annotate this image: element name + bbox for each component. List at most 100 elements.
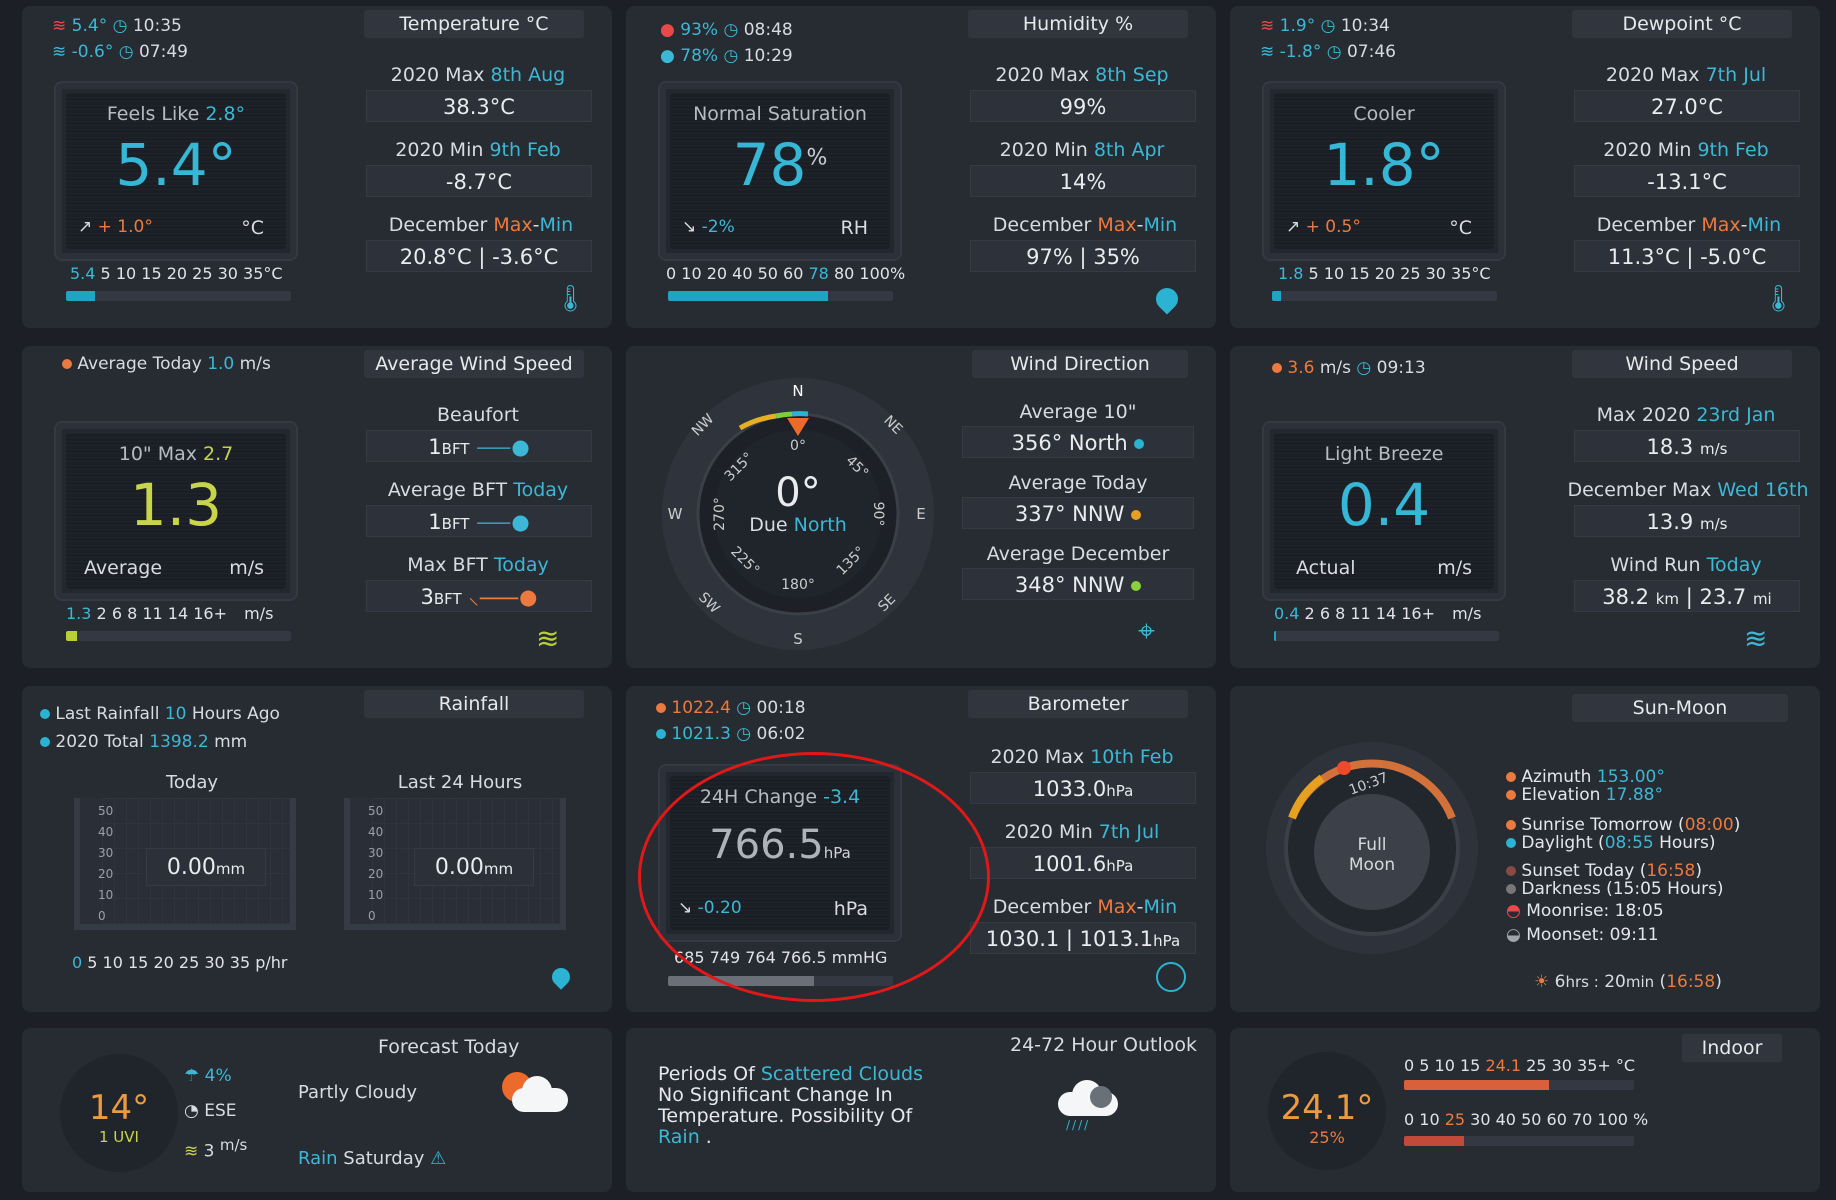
sunrise-row: Sunrise Tomorrow (08:00) (1506, 816, 1740, 834)
temp-low-time: 07:49 (138, 42, 188, 62)
ten-max-label: 10" Max (118, 443, 197, 465)
dewpoint-low-time: 07:46 (1346, 42, 1396, 62)
indoor-t-scale-b: 25 30 35+ °C (1526, 1056, 1636, 1075)
humidity-high-time: 08:48 (743, 20, 793, 40)
avg-wind-sub: Average (84, 557, 163, 579)
sun-moon-tab[interactable]: Sun-Moon (1572, 694, 1788, 722)
dewpoint-trend: + 0.5° (1305, 217, 1361, 237)
sunset-value: 16:58 (1646, 861, 1696, 881)
average-wind-tab[interactable]: Average Wind Speed (364, 350, 584, 378)
humidity-drop-icon (1151, 283, 1183, 315)
outlook-highlight-2: Rain (658, 1126, 700, 1148)
clock-icon: ◷ (1356, 358, 1372, 378)
wind-direction-tab[interactable]: Wind Direction (972, 350, 1188, 378)
due-direction: North (793, 514, 847, 536)
clock-icon: ◷ (723, 46, 739, 66)
dewpoint-month-range: 11.3°C | -5.0°C (1574, 240, 1800, 272)
outlook-line-2: No Significant Change In (658, 1084, 893, 1106)
temp-low: -0.6° (71, 42, 114, 62)
feels-like-label: Feels Like (106, 103, 200, 125)
dewpoint-unit: °C (1449, 217, 1472, 239)
dewpoint-status: Cooler (1353, 103, 1415, 125)
hpa-unit: hPa (1153, 932, 1181, 950)
max-bft-when: Today (493, 554, 549, 576)
moonset-label: Moonset: 09:11 (1526, 925, 1659, 945)
temperature-tab[interactable]: Temperature °C (364, 10, 584, 38)
dash: - (1136, 214, 1144, 236)
indoor-h-scale-a: 0 10 (1404, 1110, 1440, 1129)
weather-dashboard: Temperature °C ≋ 5.4° ◷ 10:35 ≋ -0.6° ◷ … (0, 0, 1836, 1200)
dewpoint-tab[interactable]: Dewpoint °C (1572, 10, 1792, 38)
compass-s: S (793, 630, 803, 648)
rain-l24-ticks: 50 40 30 20 10 0 (368, 804, 388, 936)
rain-total-value: 1398.2 (149, 732, 209, 752)
forecast-wind-dir: ESE (204, 1101, 237, 1121)
wind-speed-tab[interactable]: Wind Speed (1572, 350, 1792, 378)
temp-max-date: 8th Aug (490, 64, 566, 86)
baro-month-max-label: Max (1097, 896, 1137, 918)
wind-high: 3.6 (1287, 358, 1315, 378)
ten-max-value: 2.7 (203, 443, 234, 465)
trend-up-icon: ↗ (1286, 217, 1301, 237)
dewpoint-main: 1.8° (1323, 131, 1445, 199)
elevation-value: 17.88° (1605, 785, 1663, 805)
wind-direction-panel: Wind Direction N NE E SE S SW W NW 0° 45… (626, 346, 1216, 668)
wind-speed-unit: m/s (1437, 557, 1472, 579)
dewpoint-low: -1.8° (1279, 42, 1322, 62)
baro-high-time: 00:18 (756, 698, 806, 718)
trend-up-icon: ↗ (78, 217, 93, 237)
avg-today-label: Average Today (77, 354, 202, 374)
barometer-tab[interactable]: Barometer (968, 690, 1188, 718)
moon-phase-1: Full (1357, 835, 1386, 855)
indoor-tab[interactable]: Indoor (1682, 1034, 1782, 1062)
wind-high-time: 09:13 (1376, 358, 1426, 378)
humidity-tab[interactable]: Humidity % (968, 10, 1188, 38)
cold-icon: ≋ (52, 42, 67, 62)
sun-position-marker (1337, 761, 1351, 775)
rainfall-tab[interactable]: Rainfall (364, 690, 584, 718)
ws-dec-value: 13.9 (1646, 510, 1694, 534)
azimuth-value: 153.00° (1596, 767, 1665, 787)
humidity-trend: -2% (701, 217, 735, 237)
ws-dec-label: December Max (1567, 479, 1712, 501)
avg-dec-dir-label: Average December (986, 543, 1170, 565)
rain-tick-label: 10 (98, 888, 114, 902)
humidity-unit: RH (840, 217, 869, 239)
dewpoint-min-value: -13.1°C (1574, 165, 1800, 197)
forecast-tab[interactable]: Forecast Today (378, 1036, 519, 1058)
rain-today-ticks: 50 40 30 20 10 0 (98, 804, 118, 936)
ws-max-label: Max 2020 (1596, 404, 1691, 426)
humidity-min-label: 2020 Min (999, 139, 1088, 161)
daylight-row: Daylight (08:55 Hours) (1506, 834, 1740, 852)
rain-tick-label: 0 (368, 909, 376, 923)
indoor-hum-bar (1404, 1136, 1634, 1146)
avg10-label: Average 10" (1019, 401, 1137, 423)
forecast-rain-day: Saturday (343, 1148, 425, 1169)
avg-today-unit: m/s (239, 354, 271, 374)
wind-speed-main: 0.4 (1337, 471, 1431, 539)
avg-wind-unit: m/s (229, 557, 264, 579)
rain-total-unit: mm (214, 732, 248, 752)
trend-down-icon: ↘ (682, 217, 697, 237)
dewpoint-min-label: 2020 Min (1603, 139, 1692, 161)
baro-high: 1022.4 (671, 698, 731, 718)
bft-unit: BFT (441, 515, 470, 533)
status-dot (62, 359, 72, 369)
avg-today-dot (1131, 510, 1142, 520)
indoor-panel: Indoor 24.1° 25% 0 5 10 15 24.1 25 30 35… (1230, 1028, 1820, 1192)
ws-dec-date: Wed 16th (1717, 479, 1809, 501)
rain-l24-value: 0.00 (434, 855, 484, 880)
humidity-max-label: 2020 Max (995, 64, 1090, 86)
indoor-h-scale-current: 25 (1444, 1110, 1466, 1129)
outlook-tab[interactable]: 24-72 Hour Outlook (1010, 1034, 1197, 1056)
hpa-unit: hPa (1106, 782, 1134, 800)
indoor-t-scale-a: 0 5 10 15 (1404, 1056, 1481, 1075)
avg-dec-dot (1131, 581, 1142, 591)
rain-l24-label: Last 24 Hours (397, 772, 523, 793)
ws-max-date: 23rd Jan (1696, 404, 1776, 426)
period: . (699, 1126, 712, 1148)
temperature-display: Feels Like 2.8° 5.4° ↗ + 1.0° °C (54, 81, 298, 261)
dewpoint-max-label: 2020 Max (1605, 64, 1700, 86)
dewpoint-month-max-label: Max (1701, 214, 1741, 236)
avg-wind-main: 1.3 (129, 471, 223, 539)
